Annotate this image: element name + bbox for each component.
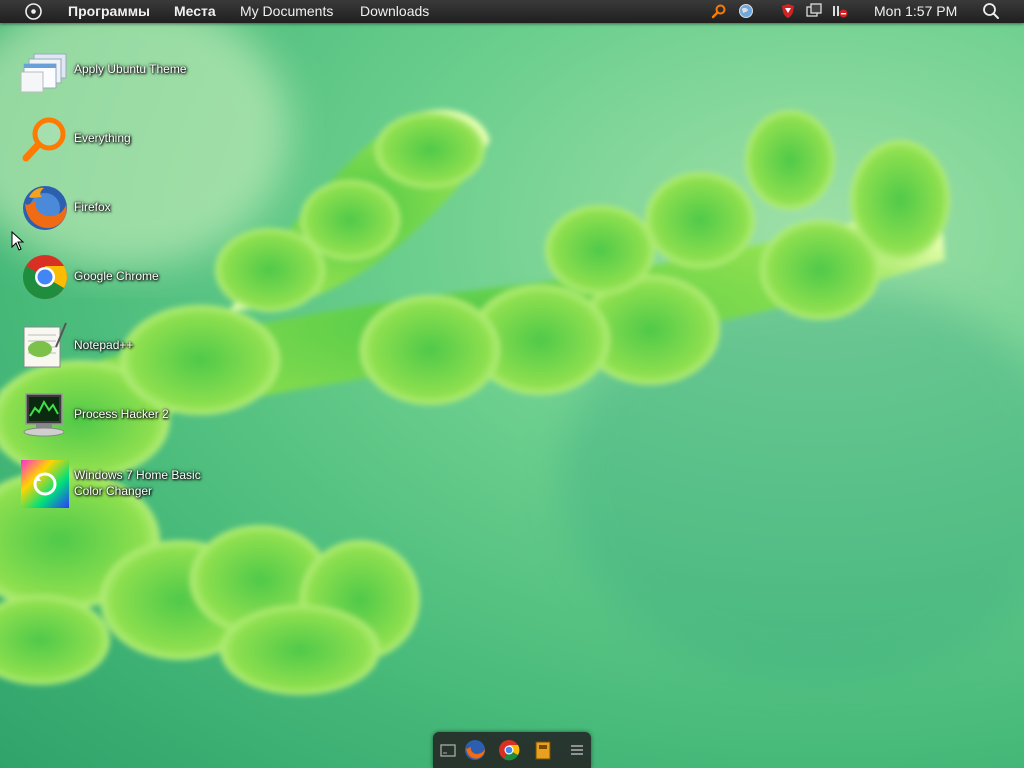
desktop-icon-apply-ubuntu-theme[interactable]: Apply Ubuntu Theme	[20, 48, 210, 104]
antivirus-shield-icon[interactable]	[780, 3, 796, 19]
desktop-icon-label: Everything	[74, 131, 131, 145]
process-hacker-icon	[23, 393, 65, 437]
chrome-icon[interactable]	[498, 739, 520, 761]
desktop-icon-label: Process Hacker 2	[74, 407, 169, 421]
notepad-icon[interactable]	[532, 739, 554, 761]
desktop-icon-label: Google Chrome	[74, 269, 159, 283]
menu-places[interactable]: Места	[174, 3, 216, 19]
search-icon[interactable]	[982, 2, 1000, 20]
color-changer-icon	[21, 460, 69, 508]
menu-downloads[interactable]: Downloads	[360, 3, 429, 19]
network-globe-icon[interactable]	[738, 3, 754, 19]
volume-muted-icon[interactable]	[832, 3, 848, 19]
power-menu-icon[interactable]	[24, 2, 43, 21]
firefox-icon	[23, 186, 67, 230]
top-panel: Программы Места My Documents Downloads M…	[0, 0, 1024, 23]
desktop-icon-notepad-plus-plus[interactable]: Notepad++	[20, 321, 210, 377]
notepad-plus-icon	[23, 322, 67, 368]
desktop-icon-label: Apply Ubuntu Theme	[74, 62, 187, 76]
windows-stack-icon	[20, 53, 67, 93]
desktop-icon-google-chrome[interactable]: Google Chrome	[20, 252, 210, 308]
desktop-icon-label: Windows 7 Home Basic Color Changer	[74, 468, 201, 498]
desktop-icon-color-changer[interactable]: Windows 7 Home Basic Color Changer	[20, 459, 210, 515]
dock	[433, 732, 591, 768]
everything-search-icon[interactable]	[711, 3, 727, 19]
desktop-icon-process-hacker-2[interactable]: Process Hacker 2	[20, 390, 210, 446]
show-desktop-icon[interactable]	[437, 739, 459, 761]
desktop-icon-label: Firefox	[74, 200, 111, 214]
firefox-icon[interactable]	[464, 739, 486, 761]
desktop-icon-firefox[interactable]: Firefox	[20, 183, 210, 239]
magnifier-icon	[22, 117, 66, 162]
windows-icon[interactable]	[806, 3, 822, 19]
clock[interactable]: Mon 1:57 PM	[874, 3, 957, 19]
chrome-icon	[23, 255, 67, 299]
menu-lines-icon[interactable]	[566, 739, 588, 761]
menu-programs[interactable]: Программы	[68, 3, 150, 19]
mouse-cursor-icon	[11, 231, 25, 251]
desktop-icon-everything[interactable]: Everything	[20, 114, 210, 170]
desktop-icon-label: Notepad++	[74, 338, 134, 352]
menu-my-documents[interactable]: My Documents	[240, 3, 333, 19]
